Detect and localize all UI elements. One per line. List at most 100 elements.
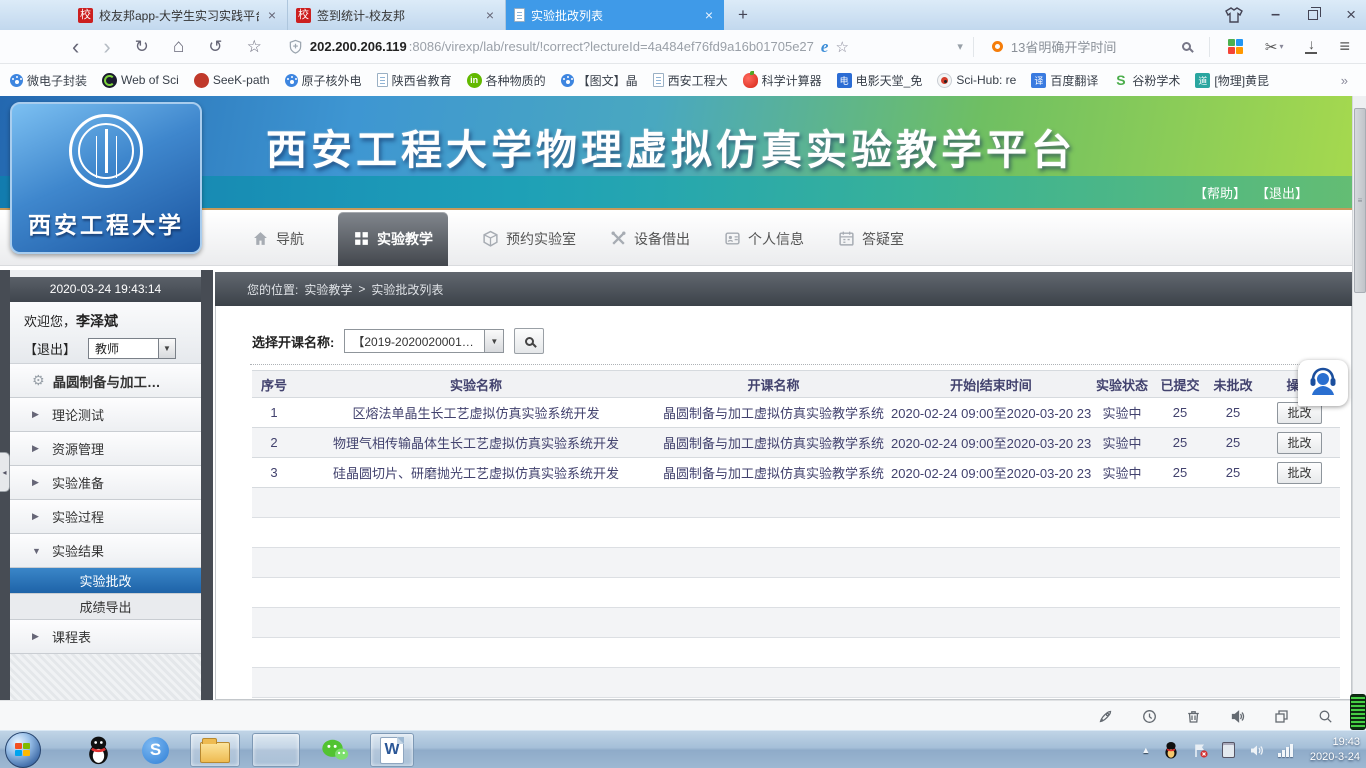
sidebar-logout-link[interactable]: 【退出】	[24, 339, 76, 358]
bookmark-item[interactable]: in各种物质的	[467, 72, 546, 89]
sidebar-collapse-handle[interactable]: ◂	[0, 452, 10, 492]
history-clock-icon[interactable]	[1141, 708, 1158, 725]
new-tab-button[interactable]: +	[724, 3, 762, 27]
bookmarks-overflow-icon[interactable]: »	[1341, 73, 1348, 88]
bookmark-item[interactable]: SeeK-path	[194, 73, 270, 88]
customer-support-button[interactable]	[1298, 360, 1348, 406]
role-select[interactable]: 教师 ▼	[88, 338, 176, 359]
favorites-star-icon[interactable]: ☆	[247, 38, 262, 55]
ie-compat-icon[interactable]: e	[821, 37, 829, 57]
bookmark-item[interactable]: S谷粉学术	[1113, 72, 1180, 89]
baidu-icon	[561, 74, 574, 87]
taskbar-360-browser[interactable]	[252, 733, 300, 767]
ime-tray-icon[interactable]	[1222, 742, 1235, 758]
bookmark-item[interactable]: Web of Sci	[102, 73, 179, 88]
taskbar-wechat[interactable]	[312, 733, 358, 767]
nav-equipment-loan[interactable]: 设备借出	[610, 212, 690, 266]
taskbar-file-explorer[interactable]	[190, 733, 240, 767]
tab-1[interactable]: 校 校友邦app-大学生实习实践平台 ×	[70, 0, 288, 30]
trash-icon[interactable]	[1185, 708, 1202, 725]
tab-close-icon[interactable]: ×	[483, 7, 497, 23]
tab-close-icon[interactable]: ×	[702, 7, 716, 23]
bookmark-item[interactable]: 陕西省教育	[377, 72, 452, 89]
tab-close-icon[interactable]: ×	[265, 7, 279, 23]
refresh-icon[interactable]: ↻	[135, 38, 149, 55]
welcome-panel: 欢迎您，李泽斌 【退出】 教师 ▼	[10, 302, 201, 364]
help-link[interactable]: 【帮助】	[1194, 183, 1246, 202]
tab-3-active[interactable]: 实验批改列表 ×	[506, 0, 724, 30]
bookmark-item[interactable]: 微电子封装	[10, 72, 87, 89]
table-row: 3 硅晶圆切片、研磨抛光工艺虚拟仿真实验系统开发 晶圆制备与加工虚拟仿真实验教学…	[252, 458, 1340, 488]
page-scrollbar[interactable]: ≡	[1352, 96, 1366, 700]
taskbar-clock[interactable]: 19:43 2020-3-24	[1310, 735, 1360, 765]
zoom-magnifier-icon[interactable]	[1317, 708, 1334, 725]
search-button[interactable]	[514, 328, 544, 354]
minimize-button[interactable]: –	[1271, 6, 1280, 24]
taskbar-word[interactable]: W	[370, 733, 414, 767]
sidebar-item-course[interactable]: ⚙ 晶圆制备与加工…	[10, 364, 201, 398]
restore-layout-icon[interactable]	[1273, 708, 1290, 725]
tab-2[interactable]: 校 签到统计-校友邦 ×	[288, 0, 506, 30]
back-icon[interactable]: ‹	[72, 36, 79, 58]
sidebar-item-experiment-grading[interactable]: 实验批改	[10, 568, 201, 594]
nav-personal-info[interactable]: 个人信息	[724, 212, 804, 266]
sidebar-item-experiment-result[interactable]: ▼ 实验结果	[10, 534, 201, 568]
bookmark-star-icon[interactable]: ☆	[835, 38, 848, 56]
select-caret-icon[interactable]: ▼	[484, 330, 503, 352]
bookmark-item[interactable]: 道[物理]黄昆	[1195, 72, 1269, 89]
breadcrumb-link[interactable]: 实验教学	[304, 281, 352, 298]
sidebar-item-resource-mgmt[interactable]: ▶ 资源管理	[10, 432, 201, 466]
sidebar-item-experiment-prep[interactable]: ▶ 实验准备	[10, 466, 201, 500]
nav-reserve-lab[interactable]: 预约实验室	[482, 212, 576, 266]
nav-qa-room[interactable]: 答疑室	[838, 212, 904, 266]
select-caret-icon[interactable]: ▼	[158, 339, 175, 358]
tray-qq-icon[interactable]	[1163, 741, 1179, 759]
taskbar-qq[interactable]	[76, 733, 121, 767]
search-suggestion[interactable]: 13省明确开学时间	[1011, 37, 1174, 56]
download-icon[interactable]: ↓	[1305, 39, 1317, 53]
nav-home[interactable]: 导航	[252, 212, 304, 266]
bookmark-item[interactable]: Sci-Hub: re	[937, 73, 1016, 88]
course-filter: 选择开课名称: 【2019-2020020001… ▼	[252, 328, 544, 354]
bookmark-item[interactable]: 科学计算器	[743, 72, 822, 89]
screenshot-scissors-icon[interactable]: ✂▾	[1265, 38, 1284, 56]
taskbar-sogou-browser[interactable]: S	[133, 733, 178, 767]
course-select[interactable]: 【2019-2020020001… ▼	[344, 329, 504, 353]
grade-button[interactable]: 批改	[1277, 462, 1321, 484]
address-bar[interactable]: 202.200.206.119:8086/virexp/lab/result/!…	[288, 37, 957, 57]
bookmark-item[interactable]: 电电影天堂_免	[837, 72, 923, 89]
bookmark-item[interactable]: 原子核外电	[285, 72, 362, 89]
col-experiment: 实验名称	[296, 375, 656, 394]
start-button[interactable]	[5, 732, 41, 768]
scrollbar-thumb[interactable]: ≡	[1354, 108, 1366, 293]
boost-rocket-icon[interactable]	[1097, 708, 1114, 725]
logout-link[interactable]: 【退出】	[1256, 183, 1308, 202]
volume-icon[interactable]	[1248, 742, 1265, 759]
sidebar-item-timetable[interactable]: ▶ 课程表	[10, 620, 201, 654]
search-magnifier-icon[interactable]	[1182, 42, 1191, 51]
restore-button[interactable]	[1308, 10, 1318, 20]
skin-theme-icon[interactable]	[1225, 7, 1243, 23]
sidebar-item-experiment-process[interactable]: ▶ 实验过程	[10, 500, 201, 534]
bookmark-item[interactable]: 西安工程大	[653, 72, 728, 89]
sidebar-item-theory-test[interactable]: ▶ 理论测试	[10, 398, 201, 432]
gear-icon: ⚙	[32, 372, 45, 389]
forward-icon[interactable]: ›	[103, 36, 110, 58]
mute-speaker-icon[interactable]	[1229, 708, 1246, 725]
sidebar-item-score-export[interactable]: 成绩导出	[10, 594, 201, 620]
nav-experiment-teaching[interactable]: 实验教学	[338, 212, 448, 266]
search-box[interactable]: 13省明确开学时间	[984, 37, 1199, 56]
network-signal-icon[interactable]	[1278, 744, 1293, 757]
action-center-flag-icon[interactable]	[1192, 742, 1209, 759]
url-dropdown-icon[interactable]: ▾	[957, 40, 963, 53]
home-icon[interactable]: ⌂	[173, 37, 184, 56]
browser-menu-icon[interactable]: ≡	[1339, 36, 1350, 57]
app-grid-icon[interactable]	[1228, 39, 1243, 54]
tray-expand-icon[interactable]: ▲	[1141, 745, 1150, 755]
empty-row	[252, 578, 1340, 608]
bookmark-item[interactable]: 译百度翻译	[1031, 72, 1098, 89]
undo-icon[interactable]: ↺	[208, 38, 222, 55]
close-window-button[interactable]: ×	[1346, 5, 1356, 25]
grade-button[interactable]: 批改	[1277, 432, 1321, 454]
bookmark-item[interactable]: 【图文】晶	[561, 72, 638, 89]
